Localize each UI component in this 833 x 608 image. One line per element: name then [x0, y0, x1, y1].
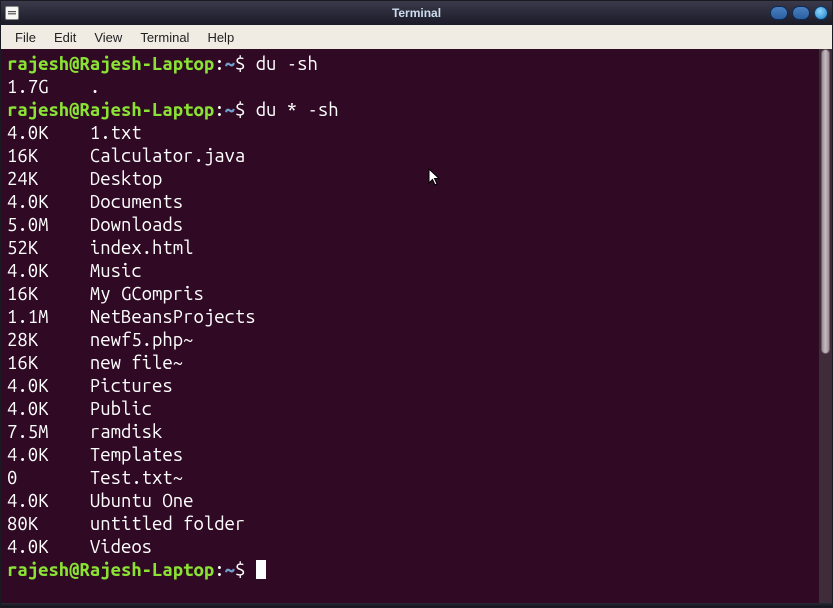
menu-view[interactable]: View — [86, 27, 130, 48]
bottom-border — [1, 603, 832, 607]
menu-file[interactable]: File — [7, 27, 44, 48]
terminal-viewport[interactable]: rajesh@Rajesh-Laptop:~$ du -sh 1.7G . ra… — [1, 49, 832, 603]
terminal-content[interactable]: rajesh@Rajesh-Laptop:~$ du -sh 1.7G . ra… — [7, 53, 826, 582]
titlebar[interactable]: Terminal — [1, 1, 832, 25]
minimize-button[interactable] — [770, 6, 788, 20]
menu-edit[interactable]: Edit — [46, 27, 84, 48]
maximize-button[interactable] — [792, 6, 810, 20]
terminal-window: Terminal File Edit View Terminal Help ra… — [0, 0, 833, 608]
cursor — [256, 560, 266, 579]
window-title: Terminal — [392, 6, 441, 20]
scrollbar[interactable] — [818, 49, 832, 603]
menubar: File Edit View Terminal Help — [1, 25, 832, 49]
scrollbar-thumb[interactable] — [821, 49, 830, 354]
close-button[interactable] — [814, 6, 828, 20]
menu-help[interactable]: Help — [199, 27, 242, 48]
window-menu-icon[interactable] — [5, 6, 19, 20]
menu-terminal[interactable]: Terminal — [132, 27, 197, 48]
